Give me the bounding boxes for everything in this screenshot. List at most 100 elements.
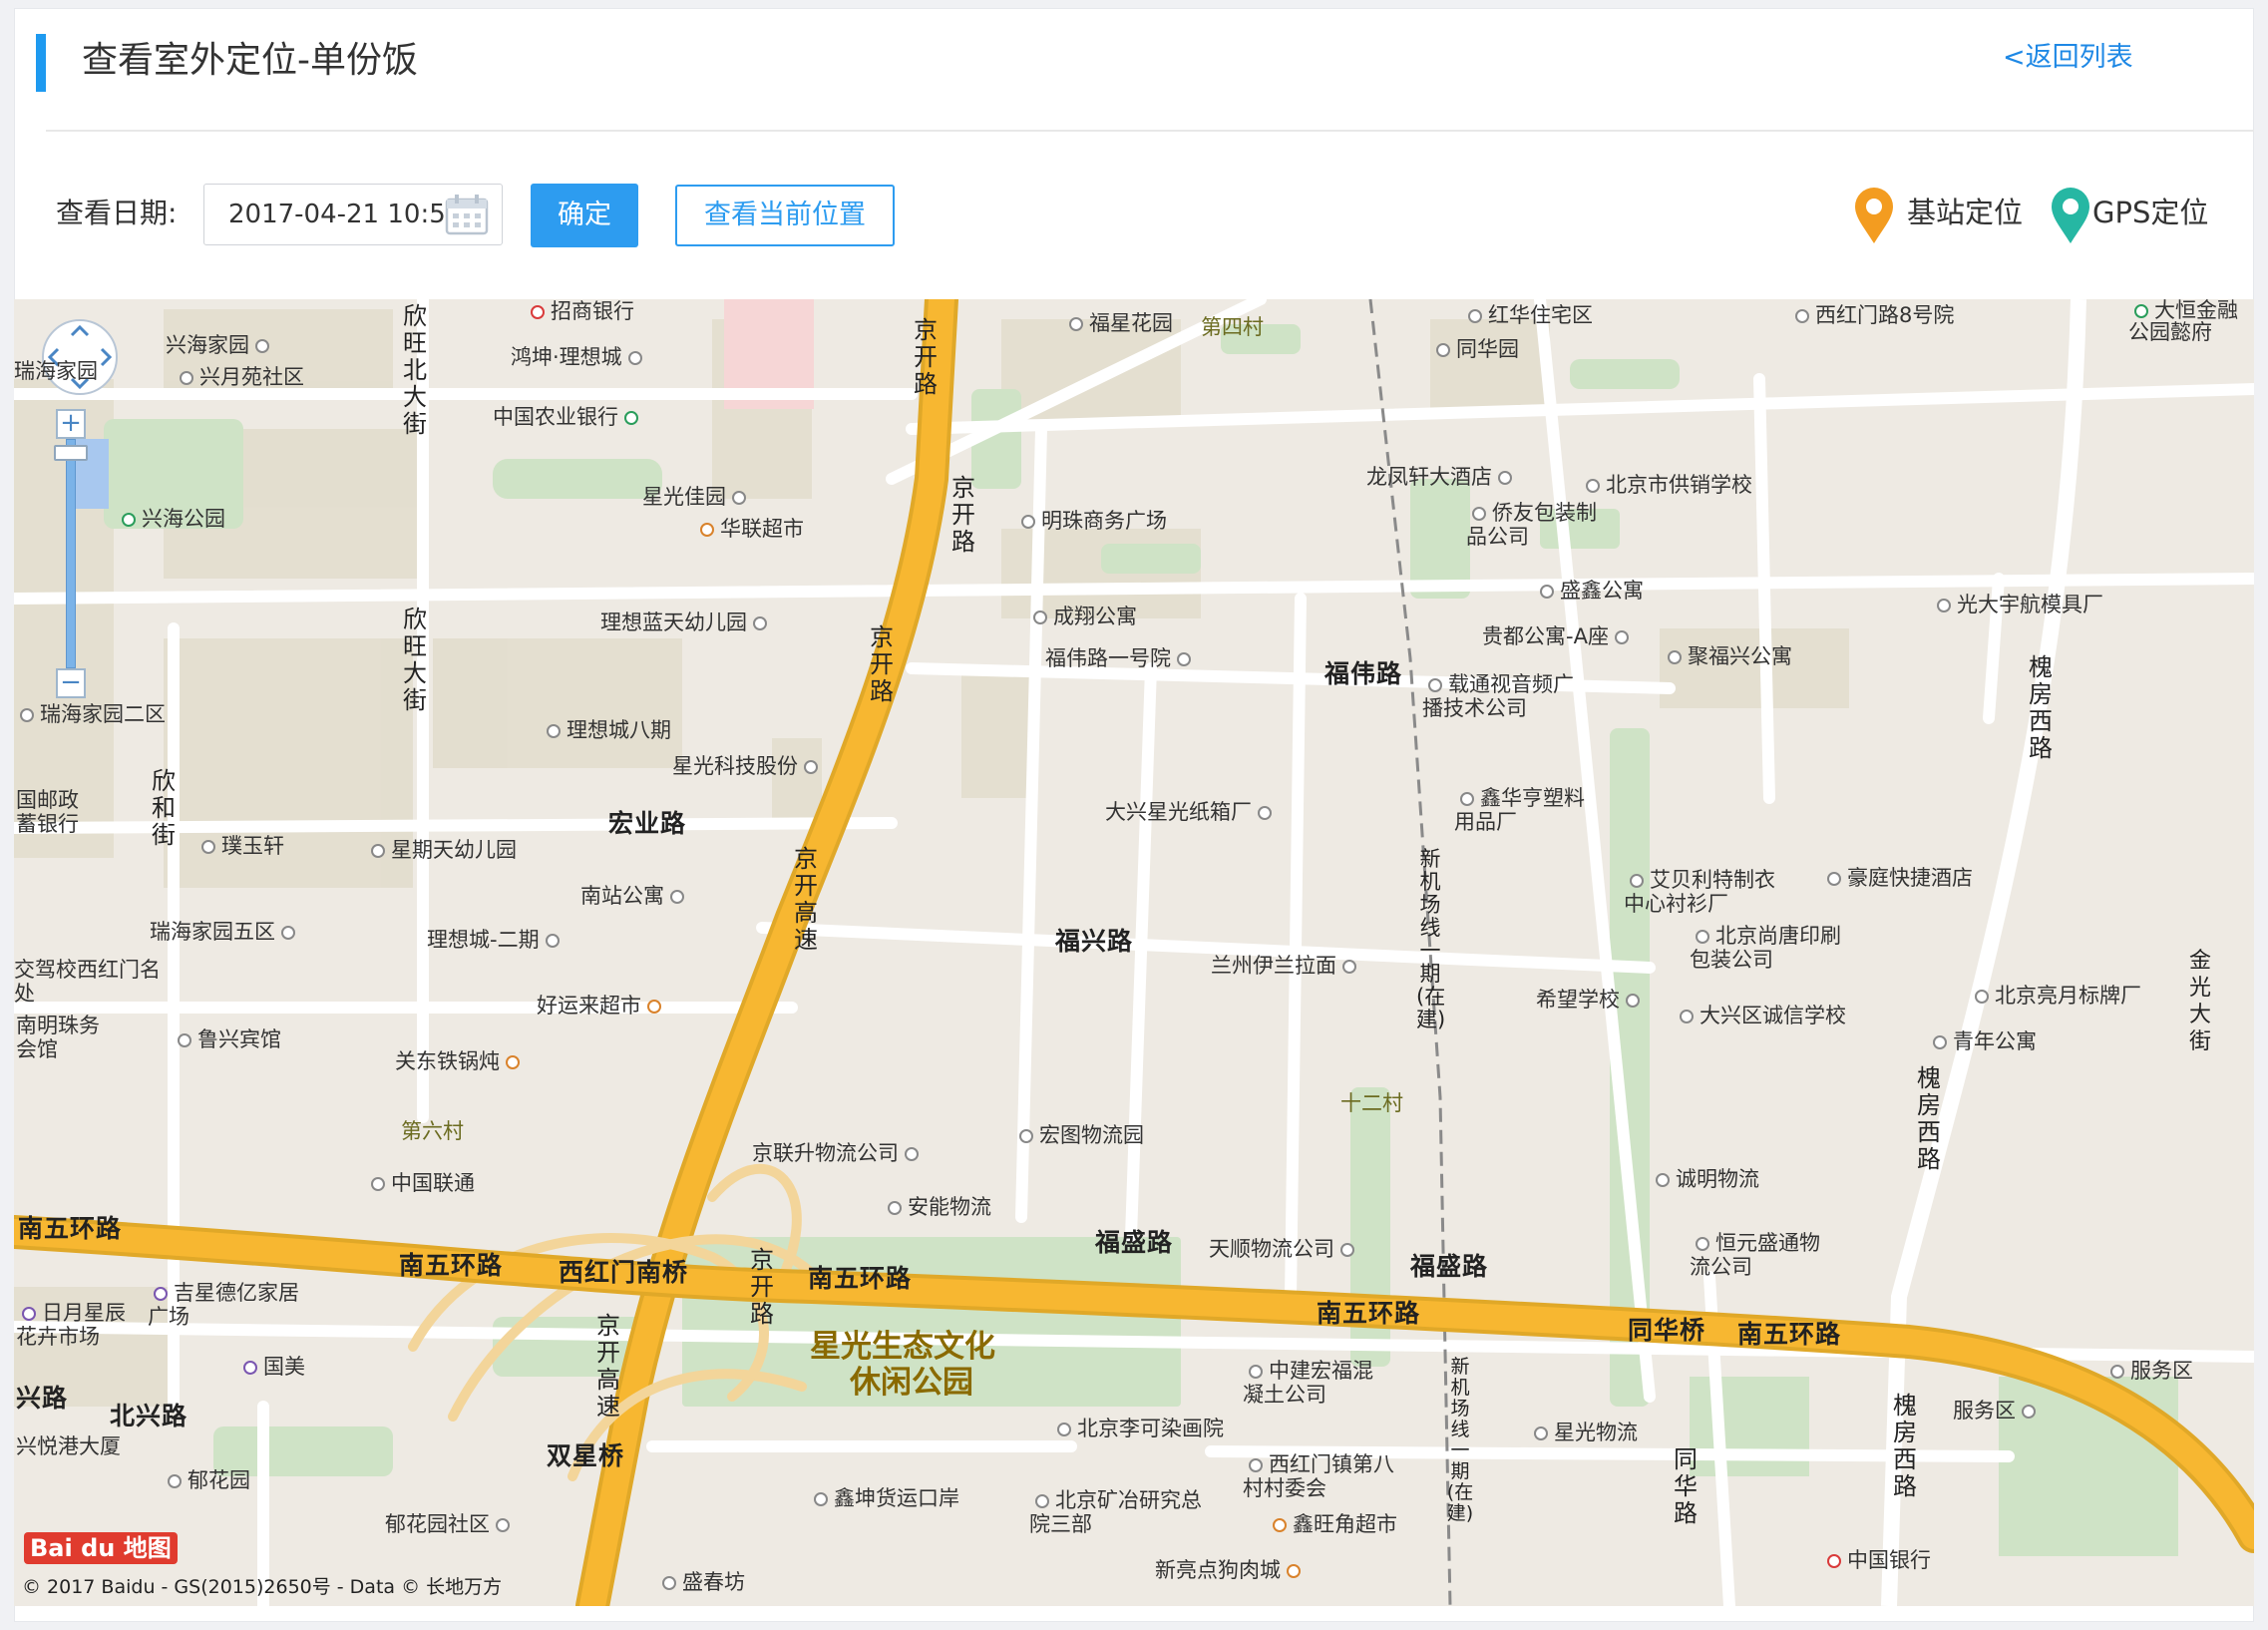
zoom-out-button[interactable]: − bbox=[56, 668, 86, 698]
map-view[interactable]: + − 南五环路 南五环路 南五环路 南五环路 南五环路 西红门南桥 同华桥 双… bbox=[14, 299, 2254, 1606]
poi-marker[interactable]: 北京亮月标牌厂 bbox=[1969, 984, 2141, 1008]
road-label-vertical: 京开路 bbox=[870, 623, 894, 705]
poi-marker[interactable]: 青年公寓 bbox=[1927, 1029, 2037, 1053]
poi-marker[interactable]: 北京矿冶研究总院三部 bbox=[1029, 1488, 1219, 1536]
poi-marker[interactable]: 成翔公寓 bbox=[1027, 605, 1137, 628]
poi-marker[interactable]: 兰州伊兰拉面 bbox=[1211, 954, 1362, 978]
poi-marker[interactable]: 理想蓝天幼儿园 bbox=[600, 611, 773, 634]
poi-marker[interactable]: 龙凤轩大酒店 bbox=[1366, 465, 1518, 489]
road-label-vertical: 京开高速 bbox=[596, 1312, 620, 1421]
road-label-vertical: 新机场线一期(在建) bbox=[1416, 847, 1446, 1031]
poi-marker[interactable]: 星光佳园 bbox=[642, 485, 752, 509]
poi-marker[interactable]: 希望学校 bbox=[1536, 988, 1646, 1012]
village-label: 第四村 bbox=[1201, 315, 1264, 339]
poi-marker[interactable]: 星光科技股份 bbox=[672, 754, 824, 778]
poi-marker[interactable]: 鑫华亨塑料用品厂 bbox=[1454, 786, 1594, 834]
poi-marker[interactable]: 京联升物流公司 bbox=[752, 1141, 925, 1165]
village-label: 十二村 bbox=[1340, 1091, 1403, 1115]
road-label: 南五环路 bbox=[18, 1214, 123, 1243]
poi-marker[interactable]: 豪庭快捷酒店 bbox=[1821, 866, 1973, 890]
poi-marker[interactable]: 大恒金融公园懿府 bbox=[2128, 299, 2248, 343]
zoom-slider-track[interactable] bbox=[66, 439, 76, 668]
zoom-in-button[interactable]: + bbox=[56, 409, 86, 439]
poi-marker[interactable]: 同华园 bbox=[1430, 337, 1519, 361]
poi-marker[interactable]: 鲁兴宾馆 bbox=[172, 1027, 281, 1051]
poi-marker[interactable]: 南明珠务会馆 bbox=[16, 1014, 116, 1061]
back-to-list-link[interactable]: <返回列表 bbox=[2003, 40, 2133, 76]
poi-marker[interactable]: 瑞海家园五区 bbox=[150, 920, 301, 944]
confirm-button[interactable]: 确定 bbox=[531, 184, 638, 247]
road-label: 南五环路 bbox=[399, 1251, 504, 1280]
poi-marker[interactable]: 北京尚唐印刷包装公司 bbox=[1690, 924, 1859, 972]
poi-marker[interactable]: 瑞海家园 bbox=[14, 359, 98, 383]
poi-marker[interactable]: 西红门路8号院 bbox=[1789, 303, 1954, 327]
road-label-vertical: 金光大街 bbox=[2188, 949, 2211, 1054]
poi-marker[interactable]: 璞玉轩 bbox=[195, 834, 284, 858]
poi-marker[interactable]: 中国银行 bbox=[1821, 1548, 1931, 1572]
poi-marker[interactable]: 侨友包装制品公司 bbox=[1466, 501, 1606, 549]
village-label: 第六村 bbox=[401, 1119, 464, 1143]
calendar-icon[interactable] bbox=[443, 192, 491, 237]
zoom-slider-handle[interactable] bbox=[54, 445, 88, 461]
poi-marker[interactable]: 吉星德亿家居广场 bbox=[148, 1281, 307, 1329]
poi-marker[interactable]: 星期天幼儿园 bbox=[365, 838, 517, 862]
pan-control[interactable] bbox=[42, 319, 118, 395]
poi-marker[interactable]: 关东铁锅炖 bbox=[395, 1049, 526, 1073]
poi-marker[interactable]: 光大宇航模具厂 bbox=[1931, 593, 2103, 616]
poi-marker[interactable]: 兴月苑社区 bbox=[174, 365, 304, 389]
poi-marker[interactable]: 兴海公园 bbox=[116, 507, 225, 531]
poi-marker[interactable]: 大兴区诚信学校 bbox=[1674, 1004, 1846, 1027]
poi-marker[interactable]: 郁花园 bbox=[162, 1468, 250, 1492]
poi-marker[interactable]: 中国农业银行 bbox=[493, 405, 644, 429]
poi-marker[interactable]: 华联超市 bbox=[694, 517, 804, 541]
poi-marker[interactable]: 国美 bbox=[237, 1355, 305, 1379]
poi-marker[interactable]: 好运来超市 bbox=[537, 994, 667, 1018]
poi-marker[interactable]: 盛春坊 bbox=[656, 1570, 745, 1594]
poi-marker[interactable]: 贵都公寓-A座 bbox=[1482, 624, 1635, 648]
poi-marker[interactable]: 服务区 bbox=[1953, 1399, 2042, 1423]
poi-marker[interactable]: 艾贝利特制衣中心衬衫厂 bbox=[1624, 868, 1783, 916]
poi-marker[interactable]: 红华住宅区 bbox=[1462, 303, 1593, 327]
poi-marker[interactable]: 日月星辰花卉市场 bbox=[16, 1301, 136, 1349]
poi-marker[interactable]: 国邮政蓄银行 bbox=[16, 788, 96, 836]
header-divider bbox=[46, 130, 2254, 132]
poi-marker[interactable]: 西红门镇第八村村委会 bbox=[1243, 1452, 1412, 1500]
poi-marker[interactable]: 载通视音频广播技术公司 bbox=[1422, 672, 1582, 720]
poi-marker[interactable]: 鑫坤货运口岸 bbox=[808, 1486, 959, 1510]
poi-marker[interactable]: 安能物流 bbox=[882, 1195, 991, 1219]
poi-marker[interactable]: 北京市供销学校 bbox=[1580, 473, 1752, 497]
poi-marker[interactable]: 交驾校西红门名处 bbox=[14, 958, 164, 1006]
poi-marker[interactable]: 理想城-二期 bbox=[427, 928, 566, 952]
poi-marker[interactable]: 北京李可染画院 bbox=[1051, 1417, 1224, 1440]
poi-marker[interactable]: 鑫旺角超市 bbox=[1267, 1512, 1397, 1536]
poi-marker[interactable]: 诚明物流 bbox=[1650, 1167, 1759, 1191]
poi-marker[interactable]: 鸿坤·理想城 bbox=[511, 345, 648, 369]
poi-marker[interactable]: 南站公寓 bbox=[580, 884, 690, 908]
poi-marker[interactable]: 兴海家园 bbox=[166, 333, 275, 357]
poi-marker[interactable]: 福伟路一号院 bbox=[1045, 646, 1197, 670]
poi-marker[interactable]: 郁花园社区 bbox=[385, 1512, 516, 1536]
poi-marker[interactable]: 服务区 bbox=[2104, 1359, 2193, 1383]
road-label-vertical: 京开路 bbox=[750, 1246, 774, 1328]
road-label-vertical: 槐房西路 bbox=[1917, 1064, 1941, 1173]
poi-marker[interactable]: 宏图物流园 bbox=[1013, 1123, 1144, 1147]
poi-marker[interactable]: 中建宏福混凝土公司 bbox=[1243, 1359, 1382, 1407]
poi-marker[interactable]: 招商银行 bbox=[525, 299, 634, 323]
poi-marker[interactable]: 新亮点狗肉城 bbox=[1155, 1558, 1307, 1582]
poi-marker[interactable]: 盛鑫公寓 bbox=[1534, 579, 1644, 603]
view-current-location-button[interactable]: 查看当前位置 bbox=[675, 185, 895, 246]
poi-marker[interactable]: 聚福兴公寓 bbox=[1662, 644, 1792, 668]
poi-marker[interactable]: 福星花园 bbox=[1063, 311, 1173, 335]
legend-gps-label: GPS定位 bbox=[2092, 196, 2209, 229]
poi-marker[interactable]: 兴悦港大厦 bbox=[16, 1434, 121, 1458]
poi-marker[interactable]: 理想城八期 bbox=[541, 718, 671, 742]
poi-marker[interactable]: 瑞海家园二区 bbox=[14, 702, 166, 726]
poi-marker[interactable]: 恒元盛通物流公司 bbox=[1690, 1231, 1829, 1279]
bridge-label: 双星桥 bbox=[547, 1441, 625, 1470]
poi-marker[interactable]: 中国联通 bbox=[365, 1171, 475, 1195]
poi-marker[interactable]: 明珠商务广场 bbox=[1015, 509, 1167, 533]
poi-marker[interactable]: 大兴星光纸箱厂 bbox=[1105, 800, 1278, 824]
road-label-vertical: 京开路 bbox=[951, 474, 975, 556]
poi-marker[interactable]: 天顺物流公司 bbox=[1209, 1237, 1360, 1261]
poi-marker[interactable]: 星光物流 bbox=[1528, 1421, 1638, 1444]
